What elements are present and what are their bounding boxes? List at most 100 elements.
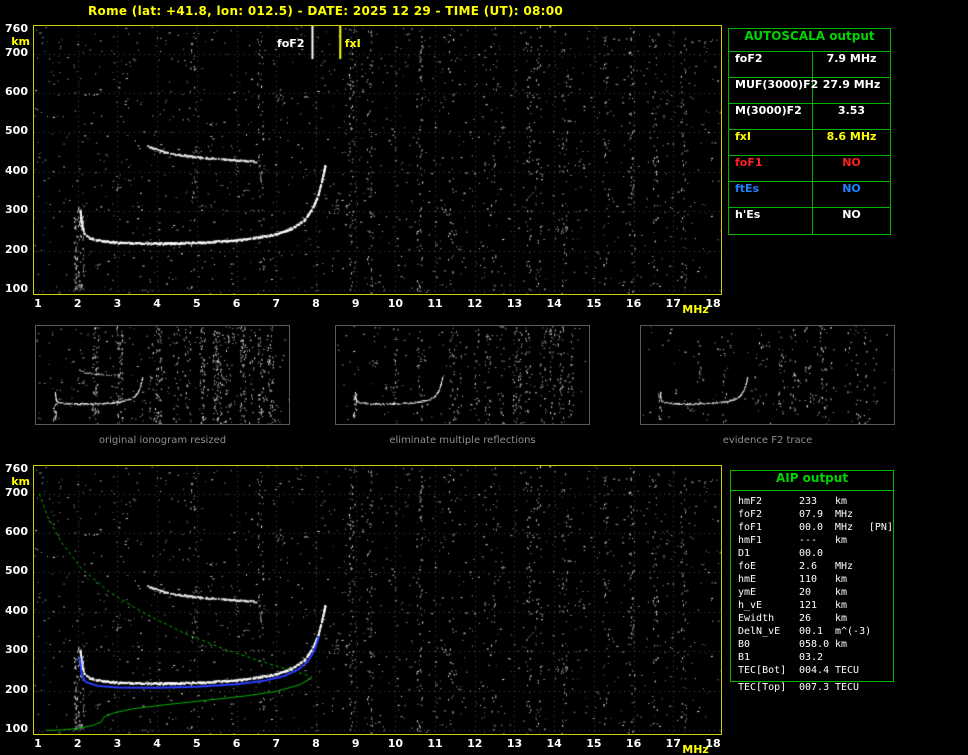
y-tick-label: 500 [5, 124, 28, 138]
aip-note [869, 509, 893, 522]
x-tick-label: 3 [113, 297, 122, 310]
autoscala-row-label: h'Es [729, 208, 813, 234]
aip-note [869, 626, 893, 639]
y-tick-label: 600 [5, 85, 28, 99]
aip-label: Ewidth [738, 613, 775, 624]
aip-row: foF1 00.0 MHz [PN] [731, 522, 893, 535]
x-tick-label: 10 [387, 297, 403, 310]
aip-table-rows: hmF2 233 km foF2 07.9 MHz foF1 00.0 MHz [PN] hmF1 -… [731, 491, 893, 681]
y-tick-label: 500 [5, 564, 28, 578]
y-axis-unit: km [11, 35, 30, 48]
autoscala-row: fxI 8.6 MHz [729, 130, 890, 156]
y-tick-label: 200 [5, 682, 28, 696]
x-tick-label: 10 [387, 737, 403, 750]
x-tick-label: 16 [625, 297, 642, 310]
y-tick-label: 100 [5, 282, 28, 295]
aip-note [869, 574, 893, 587]
aip-row: TEC[Bot] 004.4 TECU [731, 665, 893, 678]
x-tick-label: 6 [232, 297, 241, 310]
x-tick-label: 12 [467, 737, 483, 750]
x-tick-label: 14 [546, 737, 562, 750]
aip-output-table: AIP output hmF2 233 km foF2 07.9 MHz foF1 00.0 M… [730, 470, 894, 682]
x-tick-label: 11 [427, 737, 443, 750]
aip-value: 058.0 [799, 639, 830, 650]
x-axis-unit: MHz [682, 303, 709, 316]
aip-value: 00.0 [798, 522, 824, 533]
autoscala-row: foF1 NO [729, 156, 890, 182]
thumbnail-original-ionogram [35, 325, 290, 425]
aip-label: ymE [738, 587, 757, 598]
aip-unit: TECU [835, 665, 860, 676]
thumbnail-canvas-original [36, 326, 289, 424]
aip-row: foF2 07.9 MHz [731, 509, 893, 522]
aip-label: B0 [738, 639, 751, 650]
x-tick-label: 1 [34, 297, 42, 310]
aip-value: 004.4 [799, 665, 830, 676]
aip-label: D1 [738, 548, 751, 559]
aip-row: TEC[Top] 007.3 TECU [731, 682, 893, 695]
autoscala-row: M(3000)F2 3.53 [729, 104, 890, 130]
y-tick-label: 300 [5, 643, 28, 657]
x-tick-label: 9 [351, 737, 360, 750]
x-tick-label: 5 [192, 297, 201, 310]
ionogram-plot-main [33, 25, 722, 295]
aip-note [869, 600, 893, 613]
x-tick-label: 9 [351, 297, 360, 310]
aip-unit: km [835, 574, 848, 585]
thumbnail-canvas-f2trace [641, 326, 894, 424]
x-tick-label: 15 [586, 297, 602, 310]
y-tick-label: 100 [5, 722, 28, 735]
thumbnail-caption-original: original ionogram resized [98, 435, 227, 446]
aip-value: 233 [799, 496, 818, 507]
page-title: Rome (lat: +41.8, lon: 012.5) - DATE: 20… [88, 4, 564, 18]
aip-label: hmF2 [738, 496, 763, 507]
aip-unit: TECU [835, 682, 860, 693]
aip-label: TEC[Bot] [738, 665, 787, 676]
aip-value: 26 [799, 613, 812, 624]
y-tick-label: 600 [5, 525, 28, 539]
x-tick-label: 8 [312, 737, 320, 750]
x-tick-label: 7 [272, 737, 281, 750]
x-tick-label: 7 [272, 297, 281, 310]
aip-unit: km [835, 613, 848, 624]
aip-unit: km [835, 639, 848, 650]
x-tick-label: 11 [427, 297, 443, 310]
autoscala-row-value: 27.9 MHz [822, 78, 881, 91]
aip-note [869, 587, 893, 600]
aip-row: ymE 20 km [731, 587, 893, 600]
autoscala-row: h'Es NO [729, 208, 890, 234]
y-tick-label: 400 [5, 163, 28, 177]
y-tick-label: 200 [5, 242, 28, 256]
aip-note: [PN] [868, 522, 893, 533]
aip-unit: MHz [835, 509, 854, 520]
aip-label: foF1 [738, 522, 763, 533]
autoscala-row-label: M(3000)F2 [729, 104, 813, 129]
aip-label: hmF1 [738, 535, 763, 546]
x-tick-label: 1 [34, 737, 42, 750]
x-tick-label: 6 [232, 737, 241, 750]
ionogram-canvas-profile [34, 466, 721, 734]
aip-note [869, 682, 893, 695]
autoscala-row: foF2 7.9 MHz [729, 52, 890, 78]
autoscala-app: Rome (lat: +41.8, lon: 012.5) - DATE: 20… [0, 0, 968, 755]
thumbnail-caption-reflections: eliminate multiple reflections [389, 435, 536, 446]
aip-value: --- [799, 535, 818, 546]
autoscala-output-table: AUTOSCALA output foF2 7.9 MHz MUF(3000)F2 2… [728, 28, 891, 235]
y-tick-label: 760 [5, 462, 28, 475]
foF2-marker-label: foF2 [276, 37, 305, 50]
aip-label: hmE [738, 574, 757, 585]
x-tick-label: 5 [192, 737, 201, 750]
y-tick-label: 300 [5, 203, 28, 217]
aip-value: 121 [799, 600, 818, 611]
aip-note [869, 548, 893, 561]
x-tick-label: 16 [625, 737, 642, 750]
aip-note [869, 639, 893, 652]
aip-unit: km [835, 587, 848, 598]
aip-note [869, 535, 893, 548]
thumbnail-f2-trace-evidence [640, 325, 895, 425]
autoscala-row-value: NO [842, 208, 861, 221]
aip-unit: m^(-3) [835, 626, 872, 637]
thumbnail-canvas-reflections [336, 326, 589, 424]
x-tick-label: 17 [665, 737, 681, 750]
x-tick-label: 4 [153, 737, 161, 750]
